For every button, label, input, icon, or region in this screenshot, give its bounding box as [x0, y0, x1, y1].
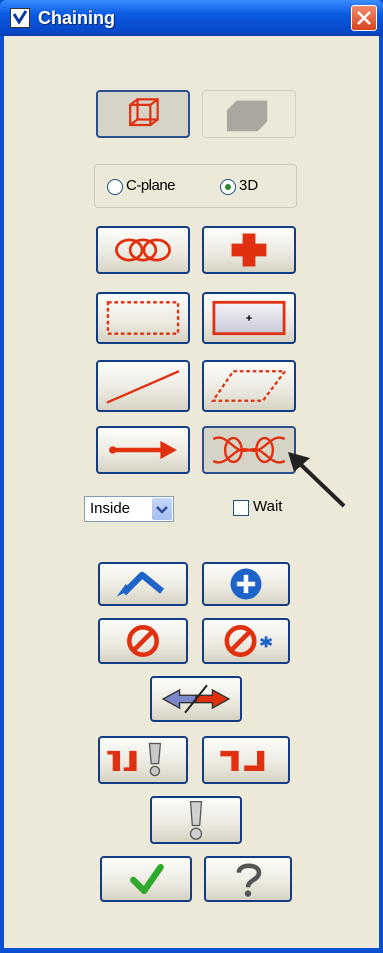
single-button[interactable]	[96, 360, 190, 412]
add-chain-button[interactable]	[202, 562, 290, 606]
verify-warning-icon	[189, 801, 203, 840]
vector-button[interactable]	[96, 426, 190, 474]
reverse-button[interactable]	[150, 676, 242, 722]
reverse-arrows-icon	[161, 684, 231, 714]
window-selection-dropdown[interactable]: Inside	[84, 496, 174, 522]
end-condition-button[interactable]	[202, 736, 290, 784]
wireframe-cube-icon	[129, 98, 159, 127]
unselect-all-icon	[224, 625, 273, 657]
dashed-polygon-icon	[210, 370, 288, 402]
wait-checkbox[interactable]	[233, 500, 249, 516]
ok-button[interactable]	[100, 856, 192, 902]
area-button[interactable]	[202, 292, 296, 344]
options-button[interactable]	[98, 736, 188, 784]
dashed-window-icon	[106, 301, 180, 335]
chaining-dialog: Chaining C-plane 3D Inside Wait	[0, 0, 383, 953]
dialog-body: C-plane 3D Inside Wait	[4, 36, 379, 948]
close-button[interactable]	[351, 5, 377, 31]
chain-button[interactable]	[96, 226, 190, 274]
window-button[interactable]	[96, 292, 190, 344]
wait-label: Wait	[253, 498, 283, 515]
plus-circle-icon	[230, 568, 262, 600]
point-cross-icon	[231, 233, 267, 267]
wireframe-mode-button[interactable]	[96, 90, 190, 138]
unselect-all-button[interactable]	[202, 618, 290, 664]
vector-arrow-icon	[109, 440, 177, 460]
cplane-radio[interactable]	[107, 179, 123, 195]
3d-label: 3D	[239, 177, 259, 194]
solid-mode-button[interactable]	[202, 90, 296, 138]
options-warning-icon	[107, 742, 162, 777]
pointer-arrow-icon	[288, 452, 346, 508]
area-point-icon	[212, 300, 286, 336]
polygon-button[interactable]	[202, 360, 296, 412]
help-button[interactable]	[204, 856, 292, 902]
app-icon	[10, 8, 30, 28]
plane-options-group: C-plane 3D	[94, 164, 297, 208]
3d-radio[interactable]	[220, 179, 236, 195]
dropdown-value: Inside	[90, 500, 131, 517]
unselect-icon	[127, 625, 159, 657]
unselect-button[interactable]	[98, 618, 188, 664]
last-chain-icon	[116, 571, 165, 597]
title-bar[interactable]: Chaining	[0, 0, 383, 36]
chain-links-icon	[115, 238, 171, 262]
cplane-label: C-plane	[126, 177, 176, 194]
chevron-down-icon[interactable]	[152, 498, 172, 520]
checkmark-icon	[130, 863, 164, 895]
single-line-icon	[106, 370, 180, 404]
window-title: Chaining	[38, 8, 115, 28]
last-chain-button[interactable]	[98, 562, 188, 606]
point-button[interactable]	[202, 226, 296, 274]
verify-button[interactable]	[150, 796, 242, 844]
end-condition-icon	[220, 750, 265, 771]
question-mark-icon	[236, 863, 262, 897]
close-icon	[357, 11, 371, 25]
solid-shape-icon	[226, 100, 268, 132]
